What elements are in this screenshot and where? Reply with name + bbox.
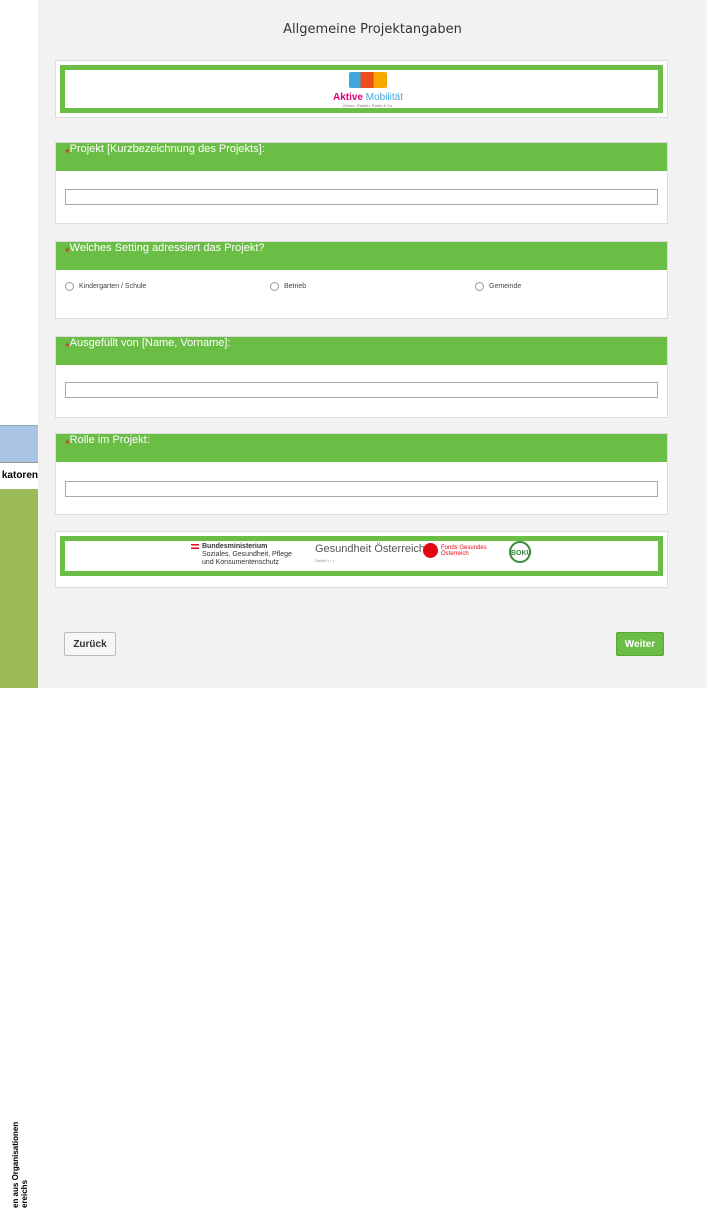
- sidebar-header-block: [0, 425, 38, 462]
- section-header: *Ausgefüllt von [Name, Vorname]:: [56, 337, 667, 365]
- austria-flag-icon: [191, 543, 199, 549]
- sidebar-vertical-text: en aus Organisationen ereichs: [11, 1121, 29, 1208]
- radio-betrieb[interactable]: Betrieb: [270, 282, 306, 291]
- form-panel: Allgemeine Projektangaben Aktive Mobilit…: [38, 0, 707, 688]
- section-header: *Rolle im Projekt:: [56, 434, 667, 462]
- radio-circle-icon: [270, 282, 279, 291]
- back-button[interactable]: Zurück: [64, 632, 116, 656]
- header-logo-box: Aktive Mobilität Gehen. Radeln. Roller &…: [55, 60, 668, 118]
- sidebar-green-column: en aus Organisationen ereichs: [0, 489, 38, 1208]
- section-role: *Rolle im Projekt:: [55, 433, 668, 515]
- section-project-name: *Projekt [Kurzbezeichnung des Projekts]:: [55, 142, 668, 224]
- sidebar-label: katoren: [0, 462, 38, 490]
- radio-circle-icon: [475, 282, 484, 291]
- boku-logo: BOKU: [509, 541, 532, 563]
- aktive-mobilitaet-logo: Aktive Mobilität Gehen. Radeln. Roller &…: [323, 72, 413, 112]
- next-button[interactable]: Weiter: [616, 632, 664, 656]
- section-header: *Projekt [Kurzbezeichnung des Projekts]:: [56, 143, 667, 171]
- radio-kindergarten-schule[interactable]: Kindergarten / Schule: [65, 282, 146, 291]
- section-setting: *Welches Setting adressiert das Projekt?…: [55, 241, 668, 319]
- role-input[interactable]: [65, 481, 658, 497]
- footer-logo-box: Bundesministerium Soziales, Gesundheit, …: [55, 531, 668, 588]
- mobility-icons: [349, 72, 387, 88]
- project-name-input[interactable]: [65, 189, 658, 205]
- section-header: *Welches Setting adressiert das Projekt?: [56, 242, 667, 270]
- setting-radio-group: Kindergarten / Schule Betrieb Gemeinde: [65, 282, 655, 294]
- fgoe-logo: Fonds Gesundes Österreich: [423, 543, 487, 558]
- ministry-logo: Bundesministerium Soziales, Gesundheit, …: [191, 543, 301, 567]
- radio-circle-icon: [65, 282, 74, 291]
- fgoe-figure-icon: [423, 543, 438, 558]
- filled-by-input[interactable]: [65, 382, 658, 398]
- page-title: Allgemeine Projektangaben: [283, 22, 462, 37]
- goe-logo: Gesundheit Österreich GmbH • • •: [315, 543, 426, 563]
- radio-gemeinde[interactable]: Gemeinde: [475, 282, 521, 291]
- section-filled-by: *Ausgefüllt von [Name, Vorname]:: [55, 336, 668, 418]
